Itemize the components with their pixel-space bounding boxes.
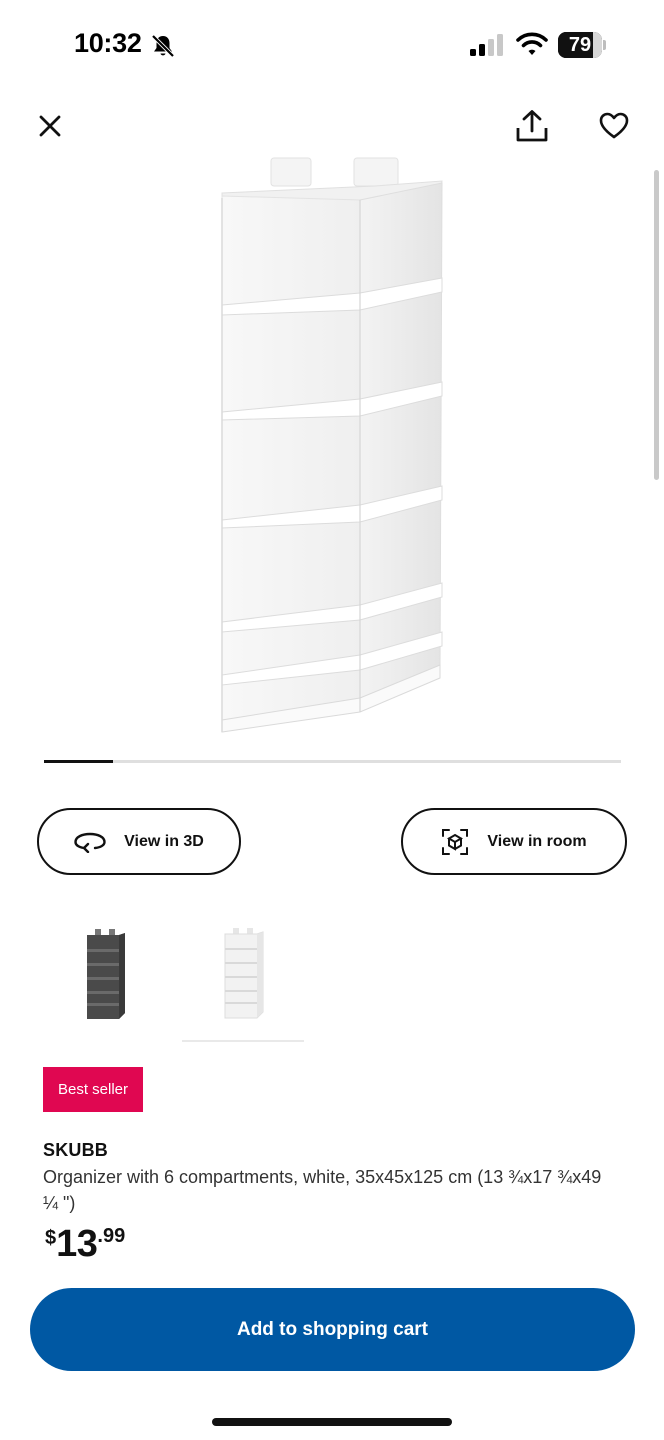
price-integer: 13 xyxy=(56,1223,98,1265)
share-button[interactable] xyxy=(510,104,554,148)
share-icon xyxy=(516,110,548,142)
battery-icon: 79 xyxy=(558,32,606,58)
battery-level: 79 xyxy=(568,34,592,56)
favorite-button[interactable] xyxy=(594,106,634,146)
view-in-3d-label: View in 3D xyxy=(124,832,204,850)
view-in-room-label: View in room xyxy=(487,832,587,850)
product-image[interactable] xyxy=(200,150,460,750)
variant-image-white xyxy=(224,928,264,1019)
gallery-progress-fill xyxy=(44,760,114,763)
battery-nub xyxy=(603,40,606,50)
status-bar: 10:32 79 xyxy=(0,0,664,92)
battery-body: 79 xyxy=(558,32,602,58)
product-name: SKUBB xyxy=(43,1140,109,1160)
close-icon xyxy=(39,115,61,137)
product-price: $ 13 .99 xyxy=(45,1222,125,1266)
product-description: Organizer with 6 compartments, white, 35… xyxy=(43,1167,602,1213)
home-indicator[interactable] xyxy=(212,1418,452,1426)
status-time: 10:32 xyxy=(74,28,142,58)
wifi-icon xyxy=(516,32,548,55)
rotate-3d-icon xyxy=(74,832,106,853)
bell-slash-icon xyxy=(151,34,175,58)
scrollbar-thumb[interactable] xyxy=(654,170,659,480)
variant-thumbnail-white[interactable] xyxy=(182,912,304,1042)
heart-icon xyxy=(599,112,629,139)
price-decimal: .99 xyxy=(97,1225,126,1247)
view-in-3d-button[interactable]: View in 3D xyxy=(37,808,241,875)
close-button[interactable] xyxy=(32,108,68,144)
add-to-cart-button[interactable]: Add to shopping cart xyxy=(30,1288,635,1371)
ar-cube-icon xyxy=(442,828,469,855)
variant-image-dark-grey xyxy=(87,929,125,1019)
price-currency: $ xyxy=(45,1227,57,1249)
gallery-progress-track xyxy=(44,760,621,763)
cellular-signal-icon xyxy=(470,34,503,56)
view-in-room-button[interactable]: View in room xyxy=(401,808,627,875)
variant-thumbnail-dark-grey[interactable] xyxy=(44,912,166,1042)
best-seller-badge: Best seller xyxy=(43,1067,143,1112)
